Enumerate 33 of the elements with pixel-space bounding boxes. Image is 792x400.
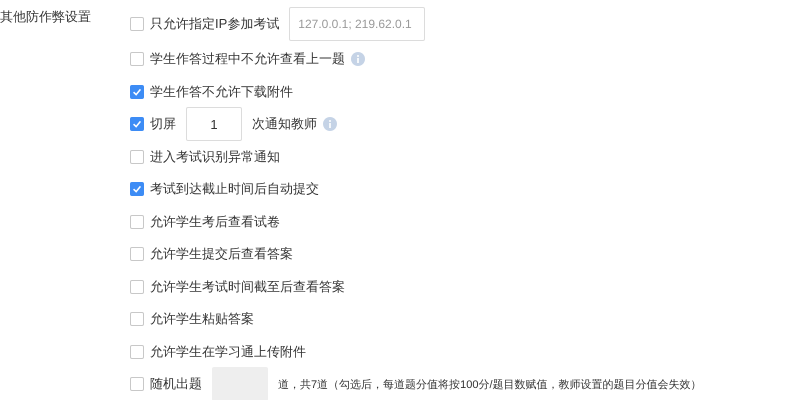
checkbox[interactable] [130,52,144,66]
option-label: 允许学生考试时间截至后查看答案 [150,278,345,296]
check-icon [131,118,143,130]
checkbox[interactable] [130,117,144,132]
option-label: 学生作答不允许下载附件 [150,82,293,101]
checkbox[interactable] [130,150,144,164]
checkbox[interactable] [130,312,144,326]
option-label: 允许学生在学习通上传附件 [150,342,306,361]
option-label: 随机出题 [150,375,202,394]
checkbox[interactable] [130,280,144,294]
count-input-field[interactable]: 1 [186,107,242,142]
checkbox[interactable] [130,344,144,359]
checkbox[interactable] [130,17,144,31]
checkbox[interactable] [130,377,144,392]
checkbox[interactable] [130,214,144,229]
checkbox[interactable] [130,84,144,99]
suffix-label: 道，共7道（勾选后，每道题分值将按100分/题目数赋值，教师设置的题目分值会失效） [278,378,702,392]
option-label: 切屏 [150,115,176,134]
option-label: 考试到达截止时间后自动提交 [150,180,319,198]
checkbox[interactable] [130,182,144,196]
checkbox[interactable] [130,247,144,262]
suffix-label: 次通知教师 [252,115,317,134]
check-icon [131,183,143,196]
option-label: 允许学生提交后查看答案 [150,245,293,264]
info-icon[interactable] [323,117,337,132]
option-label: 进入考试识别异常通知 [150,148,280,166]
ip-input-field[interactable]: 127.0.0.1; 219.62.0.1 [289,7,426,41]
option-label: 允许学生粘贴答案 [150,310,254,328]
section-label: 其他防作弊设置 [0,8,92,26]
option-label: 允许学生考后查看试卷 [150,212,280,231]
info-icon[interactable] [351,52,365,66]
option-label: 学生作答过程中不允许查看上一题 [150,50,345,68]
option-label: 只允许指定IP参加考试 [150,15,280,33]
